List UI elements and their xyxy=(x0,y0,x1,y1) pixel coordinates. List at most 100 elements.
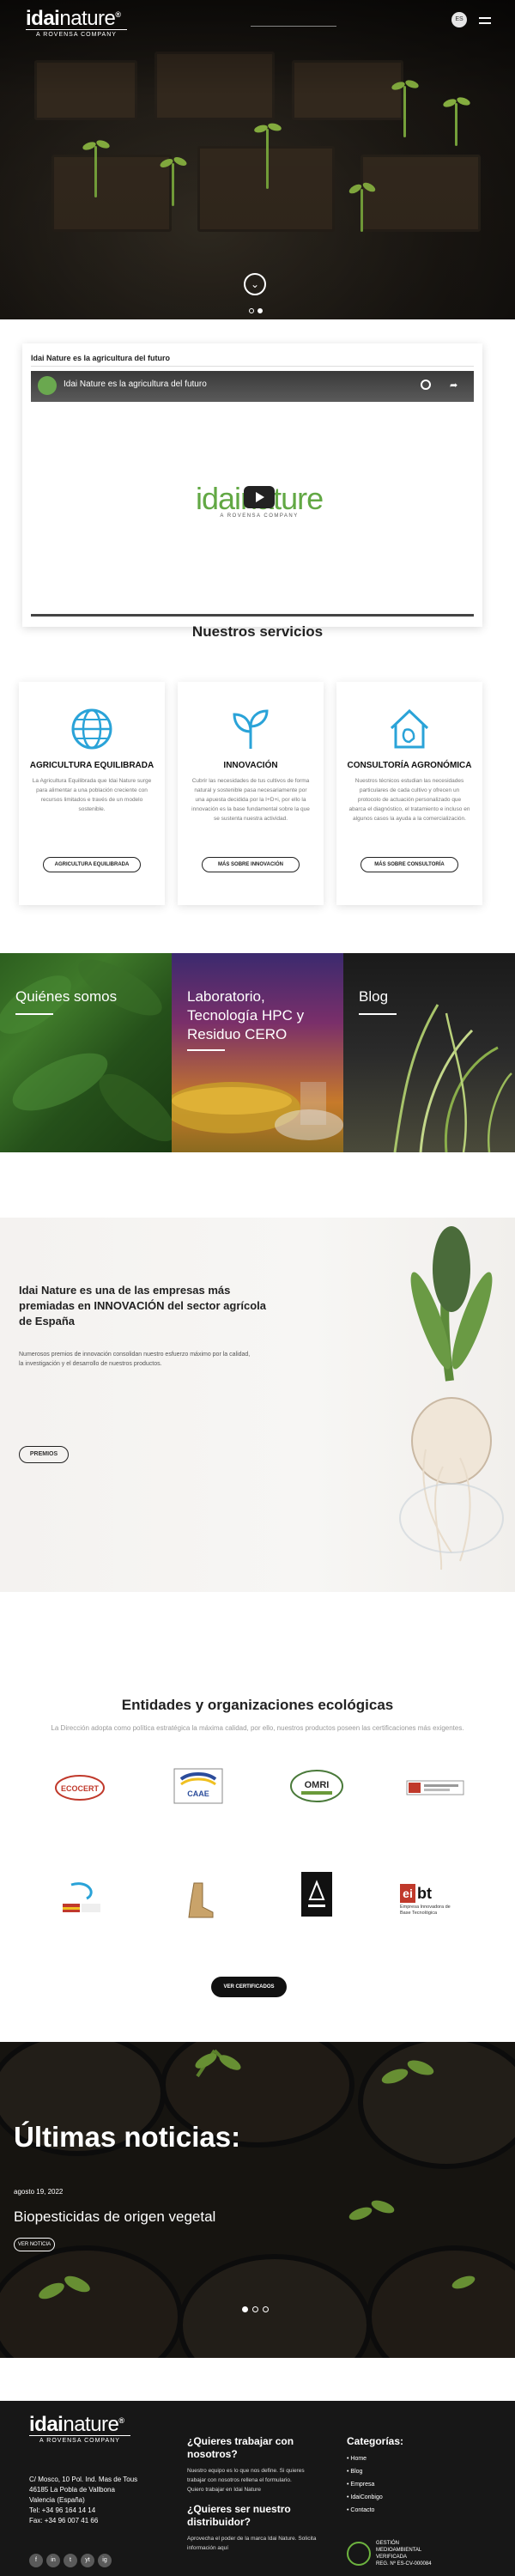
phone-line[interactable]: Tel: +34 96 164 14 14 xyxy=(29,2506,137,2516)
hero-banner: idainature® A ROVENSA COMPANY ES ⌄ xyxy=(0,0,515,319)
footer-address: C/ Mosco, 10 Pol. Ind. Mas de Tous 46185… xyxy=(29,2475,137,2526)
entities-title: Entidades y organizaciones ecológicas xyxy=(121,1697,394,1713)
category-link-home[interactable]: Home xyxy=(347,2452,501,2465)
share-icon[interactable]: ➦ xyxy=(450,380,457,391)
house-leaf-icon xyxy=(390,708,429,749)
address-line: C/ Mosco, 10 Pol. Ind. Mas de Tous xyxy=(29,2476,138,2483)
slider-dot-active[interactable] xyxy=(258,308,263,313)
caae-logo-text: CAAE xyxy=(187,1789,209,1798)
video-caption: Idai Nature es la agricultura del futuro xyxy=(31,354,171,362)
play-button[interactable] xyxy=(244,486,275,508)
work-title: ¿Quieres trabajar con nosotros? xyxy=(187,2435,294,2460)
linkedin-icon[interactable]: in xyxy=(46,2554,60,2567)
tile-laboratorio[interactable]: Laboratorio, Tecnología HPC y Residuo CE… xyxy=(172,953,343,1152)
footer-logo-word-bold: idai xyxy=(29,2413,64,2436)
categories-title: Categorías: xyxy=(347,2435,404,2447)
watch-later-icon[interactable] xyxy=(421,380,431,390)
channel-avatar[interactable] xyxy=(38,376,57,395)
news-button[interactable]: VER NOTICIA xyxy=(14,2238,55,2251)
pyme-logo-bt: bt xyxy=(417,1884,432,1902)
instagram-icon[interactable]: ig xyxy=(98,2554,112,2567)
video-title-bar: Idai Nature es la agricultura del futuro… xyxy=(31,371,474,402)
entities-subtitle: La Dirección adopta como política estrat… xyxy=(51,1724,464,1732)
site-logo[interactable]: idainature® A ROVENSA COMPANY xyxy=(26,7,127,38)
youtube-icon[interactable]: yt xyxy=(81,2554,94,2567)
pyme-logo-square: ei xyxy=(400,1884,415,1903)
twitter-icon[interactable]: t xyxy=(64,2554,77,2567)
awards-text: Numerosos premios de innovación consolid… xyxy=(19,1352,251,1367)
lab-dish-image xyxy=(172,1082,343,1140)
sprouts-image xyxy=(393,1004,512,1152)
divider xyxy=(31,366,474,367)
tile-label: Laboratorio, Tecnología HPC y Residuo CE… xyxy=(187,988,305,1042)
scroll-down-icon[interactable]: ⌄ xyxy=(244,273,266,295)
work-link[interactable]: Quiero trabajar en Idai Nature xyxy=(187,2487,261,2493)
tile-blog[interactable]: Blog xyxy=(343,953,515,1152)
social-links: f in t yt ig xyxy=(29,2550,115,2567)
category-link-contacto[interactable]: Contacto xyxy=(347,2504,501,2517)
category-link-idaiconbigo[interactable]: IdaiConbigo xyxy=(347,2491,501,2504)
service-button[interactable]: MÁS SOBRE CONSULTORÍA xyxy=(360,857,458,872)
video-title[interactable]: Idai Nature es la agricultura del futuro xyxy=(64,380,207,389)
hero-overlay xyxy=(0,0,515,319)
service-text: Cubrir las necesidades de tus cultivos d… xyxy=(191,778,310,822)
service-card: CONSULTORÍA AGRONÓMICA Nuestros técnicos… xyxy=(336,682,482,905)
arc-logo xyxy=(287,1872,347,1917)
badge-line: VERIFICADA xyxy=(376,2555,408,2560)
slider-dot[interactable] xyxy=(252,2306,258,2312)
logo-word-bold: idai xyxy=(26,7,60,30)
facebook-icon[interactable]: f xyxy=(29,2554,43,2567)
service-title: INNOVACIÓN xyxy=(223,761,278,770)
footer: idainature® A ROVENSA COMPANY C/ Mosco, … xyxy=(0,2401,515,2576)
footer-logo-word-light: nature xyxy=(63,2413,119,2436)
categories-list: Home Blog Empresa IdaiConbigo Contacto xyxy=(347,2452,501,2517)
address-line: Valencia (España) xyxy=(29,2496,85,2504)
boot-logo xyxy=(168,1880,228,1918)
distributor-text[interactable]: Aprovecha el poder de la marca Idai Natu… xyxy=(187,2534,324,2553)
ministerio-logo xyxy=(50,1880,110,1918)
logo-registered: ® xyxy=(115,10,121,19)
tile-label: Quiénes somos xyxy=(15,988,118,1005)
bureau-veritas-logo xyxy=(405,1769,465,1807)
service-button[interactable]: MÁS SOBRE INNOVACIÓN xyxy=(202,857,300,872)
certificates-button[interactable]: VER CERTIFICADOS xyxy=(211,1977,287,1997)
service-title: CONSULTORÍA AGRONÓMICA xyxy=(347,761,472,770)
hamburger-menu-icon[interactable] xyxy=(479,17,491,24)
leaves-texture xyxy=(0,959,172,1142)
language-selector[interactable]: ES xyxy=(451,12,467,27)
work-text-body: Nuestro equipo es lo que nos define. Si … xyxy=(187,2468,305,2483)
pyme-innovadora-logo: ei bt Empresa Innovadora de Base Tecnoló… xyxy=(400,1877,469,1923)
news-slider-dots xyxy=(242,2301,273,2317)
awards-section: Idai Nature es una de las empresas más p… xyxy=(0,1218,515,1592)
work-text: Nuestro equipo es lo que nos define. Si … xyxy=(187,2466,324,2494)
tile-underline xyxy=(187,1049,225,1051)
pyme-logo-mark: ei bt xyxy=(400,1884,432,1903)
tile-label: Blog xyxy=(359,988,389,1005)
tile-quienes-somos[interactable]: Quiénes somos xyxy=(0,953,172,1152)
service-text: Nuestros técnicos estudian las necesidad… xyxy=(348,778,470,822)
news-section: Últimas noticias: agosto 19, 2022 Biopes… xyxy=(0,2042,515,2358)
category-link-empresa[interactable]: Empresa xyxy=(347,2478,501,2491)
news-headline[interactable]: Biopesticidas de origen vegetal xyxy=(14,2208,215,2226)
service-button[interactable]: AGRICULTURA EQUILIBRADA xyxy=(43,857,141,872)
awards-title: Idai Nature es una de las empresas más p… xyxy=(19,1284,267,1327)
service-card: AGRICULTURA EQUILIBRADA La Agricultura E… xyxy=(19,682,165,905)
service-text: La Agricultura Equilibrada que Idai Natu… xyxy=(32,778,152,812)
footer-logo[interactable]: idainature® A ROVENSA COMPANY xyxy=(29,2413,130,2444)
logo-word-light: nature xyxy=(59,7,116,30)
slider-dot-active[interactable] xyxy=(242,2306,248,2312)
awards-button[interactable]: PREMIOS xyxy=(19,1446,69,1463)
badge-line: MEDIOAMBIENTAL xyxy=(376,2548,422,2553)
top-nav-line xyxy=(251,26,336,27)
distributor-title: ¿Quieres ser nuestro distribuidor? xyxy=(187,2503,291,2528)
badge-line: REG. Nº ES-CV-000084 xyxy=(376,2561,432,2567)
hyacinth-bulb-image xyxy=(399,1226,504,1571)
badge-line: GESTIÓN xyxy=(376,2541,400,2546)
pyme-logo-text: Empresa Innovadora de Base Tecnológica xyxy=(400,1905,451,1916)
slider-dot[interactable] xyxy=(249,308,254,313)
video-player[interactable]: Idai Nature es la agricultura del futuro… xyxy=(31,371,474,617)
address-line: 46185 La Pobla de Vallbona xyxy=(29,2486,115,2494)
category-link-blog[interactable]: Blog xyxy=(347,2465,501,2478)
tile-underline xyxy=(15,1013,53,1015)
slider-dot[interactable] xyxy=(263,2306,269,2312)
